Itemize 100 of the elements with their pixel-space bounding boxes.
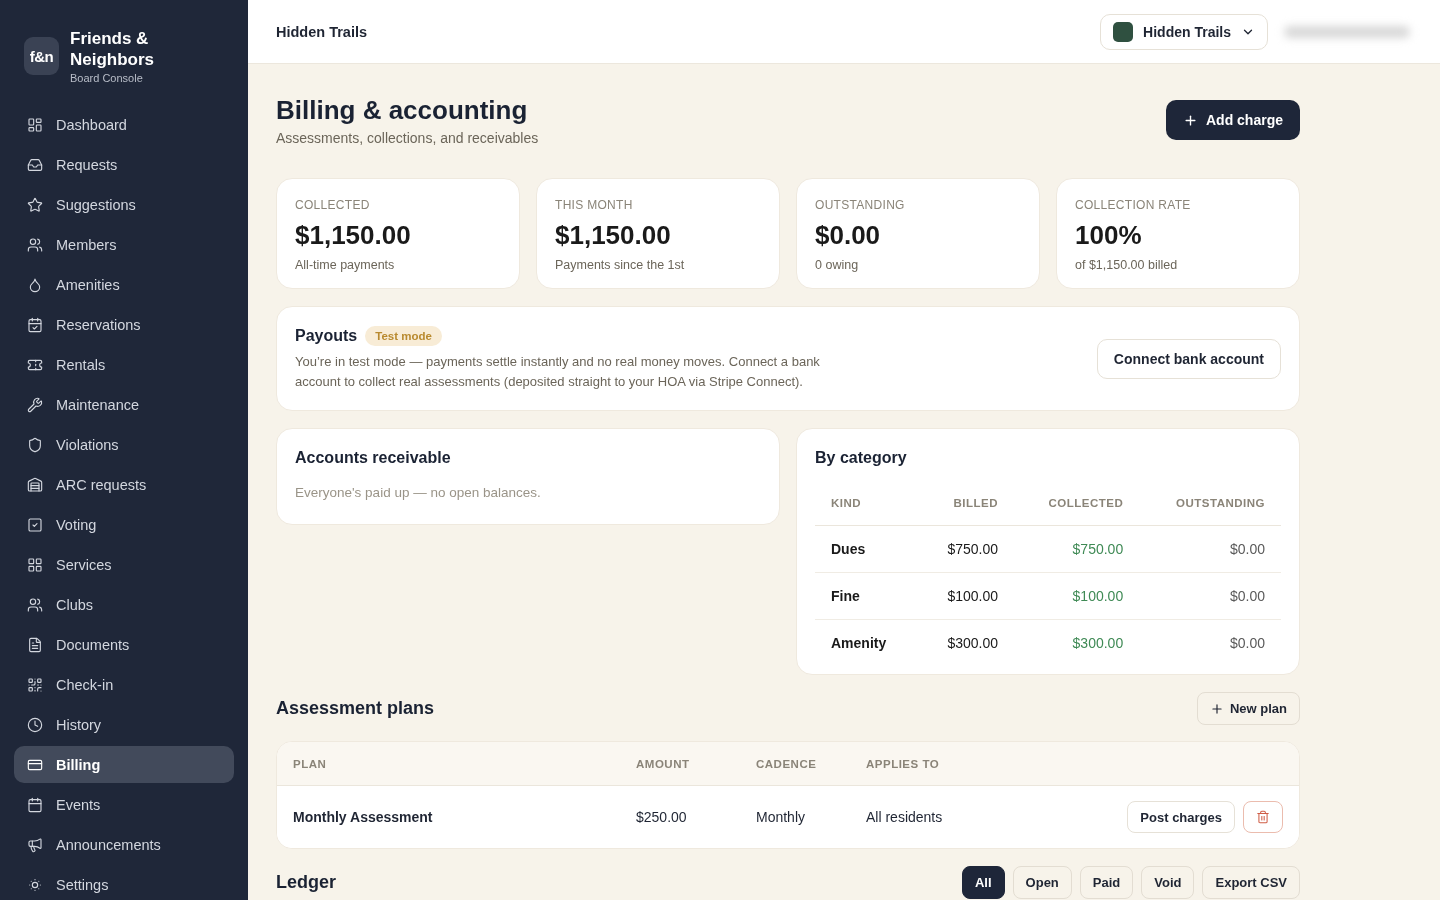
sidebar-item[interactable]: History — [14, 706, 234, 743]
sidebar-item[interactable]: Rentals — [14, 346, 234, 383]
status-badge: Test mode — [365, 326, 442, 346]
column-header: COLLECTED — [1014, 481, 1140, 525]
sidebar-item[interactable]: ARC requests — [14, 466, 234, 503]
trash-icon — [1256, 810, 1270, 824]
page-subtitle: Assessments, collections, and receivables — [276, 130, 539, 146]
stat-label: COLLECTION RATE — [1075, 198, 1192, 212]
sidebar-item[interactable]: Events — [14, 786, 234, 823]
post-charges-button[interactable]: Post charges — [1127, 801, 1235, 833]
card-title: Payouts — [295, 327, 358, 345]
table-cell: $100.00 — [1014, 572, 1140, 619]
stat-value: $1,150.00 — [295, 220, 412, 250]
stat-value: $1,150.00 — [555, 220, 672, 250]
stat-label: COLLECTED — [295, 198, 371, 212]
community-switcher[interactable]: Hidden Trails — [1100, 13, 1268, 50]
sidebar-item[interactable]: Violations — [14, 426, 234, 463]
logo: f&n — [24, 37, 59, 75]
sidebar-item[interactable]: Reservations — [14, 306, 234, 343]
sidebar-item[interactable]: Clubs — [14, 586, 234, 623]
column-header: PLAN — [293, 757, 328, 770]
sidebar-item[interactable]: Amenities — [14, 266, 234, 303]
stat-value: $0.00 — [815, 220, 882, 250]
filter-button[interactable]: Paid — [1079, 866, 1134, 899]
sidebar-item[interactable]: Requests — [14, 146, 234, 183]
table-cell-text: Monthly Assessment — [293, 809, 434, 825]
calendar-check-icon — [27, 316, 43, 333]
table-cell: Amenity — [815, 619, 918, 666]
brand-subtitle: Board Console — [70, 72, 144, 84]
column-header: KIND — [815, 481, 918, 525]
star-icon — [27, 196, 43, 213]
table-cell: $100.00 — [917, 572, 1015, 619]
table-cell: $0.00 — [1139, 525, 1281, 572]
droplet-icon — [27, 276, 43, 293]
sun-icon — [27, 876, 43, 893]
connect-bank-button[interactable]: Connect bank account — [1096, 339, 1281, 379]
sidebar-item[interactable]: Settings — [14, 866, 234, 900]
dashboard-icon — [27, 116, 43, 133]
sidebar-item[interactable]: Billing — [14, 746, 234, 783]
card-title: By category — [815, 449, 908, 467]
stat-label: THIS MONTH — [555, 198, 634, 212]
page-location: Hidden Trails — [276, 23, 368, 40]
filter-button[interactable]: Open — [1012, 866, 1072, 899]
table-cell: $0.00 — [1139, 619, 1281, 666]
checkbox-icon — [27, 516, 43, 533]
export-csv-button[interactable]: Export CSV — [1202, 866, 1300, 899]
payouts-description: You’re in test mode — payments settle instantly and no real money moves. Connect a bank account to collect real assessments (deposited straight to your HOA via Stripe Connect). — [295, 353, 821, 391]
building-icon — [27, 476, 43, 493]
people-icon — [27, 236, 43, 253]
stat-note: 0 owing — [815, 258, 860, 272]
community-swatch-icon — [1113, 21, 1134, 42]
sidebar-item[interactable]: Suggestions — [14, 186, 234, 223]
people-icon — [27, 596, 43, 613]
stat-label: OUTSTANDING — [815, 198, 906, 212]
sidebar-item[interactable]: Check-in — [14, 666, 234, 703]
column-header: AMOUNT — [636, 757, 691, 770]
column-header: APPLIES TO — [866, 757, 941, 770]
add-charge-button[interactable]: Add charge — [1166, 100, 1300, 140]
inbox-icon — [27, 156, 43, 173]
page-title: Billing & accounting — [276, 94, 529, 126]
qr-code-icon — [27, 676, 43, 693]
table-cell-text: Monthly — [756, 809, 807, 825]
new-plan-button[interactable]: New plan — [1196, 692, 1300, 725]
stat-value: 100% — [1075, 220, 1143, 250]
table-cell: Fine — [815, 572, 918, 619]
column-header: OUTSTANDING — [1139, 481, 1281, 525]
delete-button[interactable] — [1243, 801, 1283, 833]
sidebar-item[interactable]: Voting — [14, 506, 234, 543]
filter-button[interactable]: Void — [1141, 866, 1195, 899]
table-cell: $750.00 — [917, 525, 1015, 572]
table-cell: $300.00 — [1014, 619, 1140, 666]
sidebar-item[interactable]: Members — [14, 226, 234, 263]
column-header: CADENCE — [756, 757, 818, 770]
table-cell: $300.00 — [917, 619, 1015, 666]
megaphone-icon — [27, 836, 43, 853]
clock-icon — [27, 716, 43, 733]
filter-button[interactable]: All — [961, 866, 1005, 899]
stat-note: of $1,150.00 billed — [1075, 258, 1179, 272]
shield-icon — [27, 436, 43, 453]
sidebar-item[interactable]: Documents — [14, 626, 234, 663]
table-cell: $0.00 — [1139, 572, 1281, 619]
sidebar-item[interactable]: Dashboard — [14, 106, 234, 143]
calendar-icon — [27, 796, 43, 813]
wrench-icon — [27, 396, 43, 413]
table-cell: Dues — [815, 525, 918, 572]
sidebar-item[interactable]: Maintenance — [14, 386, 234, 423]
sidebar-item[interactable]: Services — [14, 546, 234, 583]
card-title: Accounts receivable — [295, 449, 452, 467]
grid-icon — [27, 556, 43, 573]
table-cell: $750.00 — [1014, 525, 1140, 572]
table-cell-text: $250.00 — [636, 809, 688, 825]
column-header: BILLED — [917, 481, 1015, 525]
plus-icon — [1209, 701, 1224, 716]
plus-icon — [1183, 112, 1198, 128]
stat-note: Payments since the 1st — [555, 258, 686, 272]
brand-name: Friends & Neighbors — [70, 28, 156, 70]
stat-note: All-time payments — [295, 258, 396, 272]
document-icon — [27, 636, 43, 653]
sidebar-item[interactable]: Announcements — [14, 826, 234, 863]
section-title: Assessment plans — [276, 698, 435, 719]
